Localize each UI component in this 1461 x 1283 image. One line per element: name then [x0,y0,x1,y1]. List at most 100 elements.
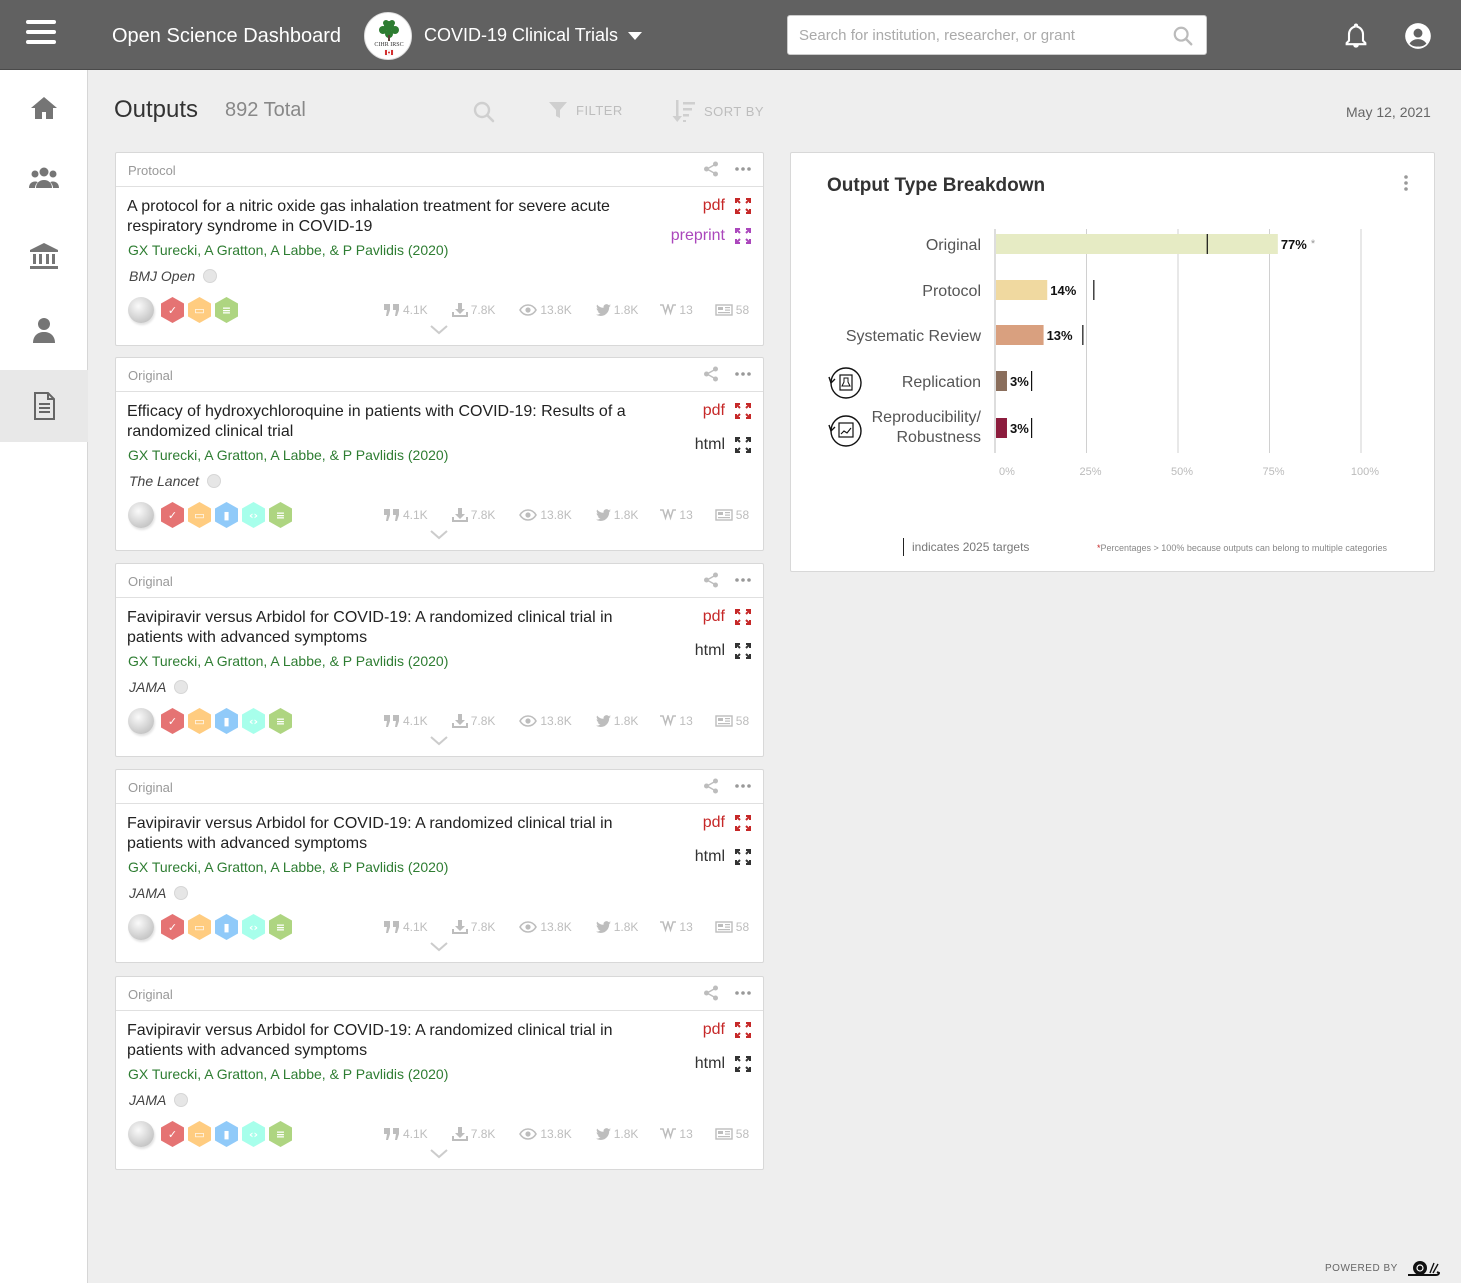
news-metric: 58 [715,303,749,317]
box-badge-icon[interactable]: ▭ [187,296,212,324]
output-authors[interactable]: GX Turecki, A Gratton, A Labbe, & P Pavl… [128,1066,448,1082]
box-badge-icon[interactable]: ▭ [187,501,212,529]
filter-button[interactable]: FILTER [548,100,623,120]
newspaper-icon [715,715,733,727]
account-icon[interactable] [1404,22,1432,50]
code-badge-icon[interactable]: ‹› [241,913,266,941]
altmetric-sphere-icon[interactable] [128,708,154,734]
bell-icon[interactable] [1342,22,1370,50]
share-icon[interactable] [703,778,719,794]
check-badge-icon[interactable]: ✓ [160,501,185,529]
output-card[interactable]: Original Favipiravir versus Arbidol for … [115,769,764,963]
output-card[interactable]: Original Efficacy of hydroxychloroquine … [115,357,764,551]
chevron-down-icon[interactable] [430,530,448,540]
check-badge-icon[interactable]: ✓ [160,707,185,735]
project-selector[interactable]: COVID-19 Clinical Trials [424,25,643,46]
open-access-icon [207,474,222,488]
output-title[interactable]: Favipiravir versus Arbidol for COVID-19:… [127,608,672,648]
output-authors[interactable]: GX Turecki, A Gratton, A Labbe, & P Pavl… [128,447,448,463]
chart-badge-icon[interactable]: ▮ [214,501,239,529]
news-count: 58 [735,1127,750,1141]
chevron-down-icon[interactable] [430,1149,448,1159]
output-authors[interactable]: GX Turecki, A Gratton, A Labbe, & P Pavl… [128,653,448,669]
more-horizontal-icon[interactable] [733,778,753,794]
output-title[interactable]: Favipiravir versus Arbidol for COVID-19:… [127,814,672,854]
html-link[interactable]: html [695,848,751,866]
app-title[interactable]: Open Science Dashboard [112,25,341,48]
chevron-down-icon[interactable] [430,325,448,335]
code-badge-icon[interactable]: ‹› [241,501,266,529]
altmetric-sphere-icon[interactable] [128,1121,154,1147]
box-badge-icon[interactable]: ▭ [187,707,212,735]
pdf-link[interactable]: pdf [703,197,751,215]
box-badge-icon[interactable]: ▭ [187,913,212,941]
chart-badge-icon[interactable]: ▮ [214,707,239,735]
eye-icon [519,1128,538,1140]
search-input[interactable] [788,16,1158,54]
altmetric-sphere-icon[interactable] [128,297,154,323]
powered-by-label: POWERED BY [1325,1262,1398,1274]
altmetric-sphere-icon[interactable] [128,914,154,940]
output-title[interactable]: Favipiravir versus Arbidol for COVID-19:… [127,1021,672,1061]
citations-count: 4.1K [403,508,428,522]
share-icon[interactable] [703,985,719,1001]
sidebar-item-home[interactable] [0,72,88,144]
preprint-link[interactable]: preprint [671,227,751,245]
html-link[interactable]: html [695,642,751,660]
doc-badge-icon[interactable]: ≡ [268,501,293,529]
output-title[interactable]: Efficacy of hydroxychloroquine in patien… [127,402,672,442]
share-icon[interactable] [703,161,719,177]
doc-badge-icon[interactable]: ≡ [214,296,239,324]
output-card[interactable]: Original Favipiravir versus Arbidol for … [115,976,764,1170]
box-badge-icon[interactable]: ▭ [187,1120,212,1148]
check-badge-icon[interactable]: ✓ [160,296,185,324]
html-link[interactable]: html [695,436,751,454]
doc-badge-icon[interactable]: ≡ [268,707,293,735]
chevron-down-icon[interactable] [430,942,448,952]
html-link[interactable]: html [695,1055,751,1073]
more-horizontal-icon[interactable] [733,985,753,1001]
badges-row: ✓ ▭ ▮ ‹› ≡ [128,707,295,735]
menu-icon[interactable] [26,20,62,50]
code-badge-icon[interactable]: ‹› [241,707,266,735]
download-icon [451,303,468,317]
output-card[interactable]: Protocol A protocol for a nitric oxide g… [115,152,764,346]
target-marker-sample [903,538,904,556]
doc-badge-icon[interactable]: ≡ [268,1120,293,1148]
output-journal: JAMA [129,885,189,901]
pdf-link[interactable]: pdf [703,402,751,420]
twitter-icon [595,304,611,316]
chevron-down-icon[interactable] [430,736,448,746]
sidebar-item-person[interactable] [0,294,88,366]
search-icon[interactable] [1172,25,1194,47]
sidebar-item-groups[interactable] [0,142,88,214]
output-authors[interactable]: GX Turecki, A Gratton, A Labbe, & P Pavl… [128,859,448,875]
news-count: 58 [735,508,750,522]
chart-badge-icon[interactable]: ▮ [214,913,239,941]
check-badge-icon[interactable]: ✓ [160,1120,185,1148]
doc-badge-icon[interactable]: ≡ [268,913,293,941]
sort-button[interactable]: SORT BY [672,98,764,124]
more-horizontal-icon[interactable] [733,366,753,382]
check-badge-icon[interactable]: ✓ [160,913,185,941]
more-horizontal-icon[interactable] [733,572,753,588]
category-label: Replication [902,374,981,391]
output-authors[interactable]: GX Turecki, A Gratton, A Labbe, & P Pavl… [128,242,448,258]
output-title[interactable]: A protocol for a nitric oxide gas inhala… [127,197,672,237]
chart-badge-icon[interactable]: ▮ [214,1120,239,1148]
output-card[interactable]: Original Favipiravir versus Arbidol for … [115,563,764,757]
output-journal: JAMA [129,1092,189,1108]
pdf-link[interactable]: pdf [703,1021,751,1039]
sidebar-item-institutions[interactable] [0,220,88,292]
page-title: Outputs [114,96,199,123]
pdf-link[interactable]: pdf [703,814,751,832]
pdf-link[interactable]: pdf [703,608,751,626]
search-icon[interactable] [472,100,496,124]
x-tick-label: 0% [999,466,1015,478]
more-horizontal-icon[interactable] [733,161,753,177]
altmetric-sphere-icon[interactable] [128,502,154,528]
code-badge-icon[interactable]: ‹› [241,1120,266,1148]
sidebar-item-outputs[interactable] [0,370,88,442]
share-icon[interactable] [703,366,719,382]
share-icon[interactable] [703,572,719,588]
